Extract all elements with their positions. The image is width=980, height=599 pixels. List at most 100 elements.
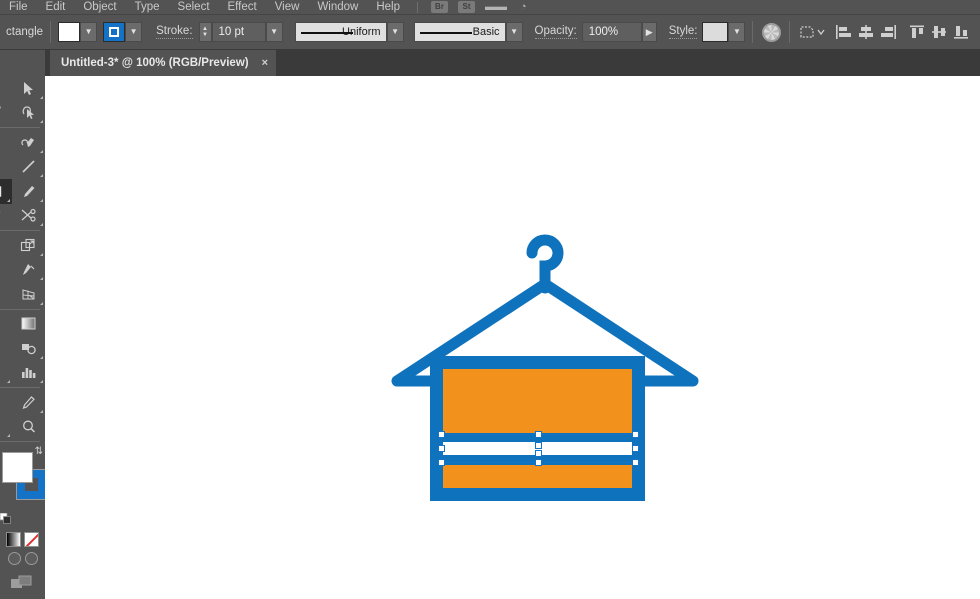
align-left-icon[interactable] [833, 21, 855, 43]
selection-type-label: ctangle [6, 26, 43, 38]
menu-object[interactable]: Object [74, 0, 125, 14]
stroke-weight-label[interactable]: Stroke: [156, 25, 192, 39]
gradient-icon[interactable] [6, 532, 21, 547]
tool-shaper[interactable] [0, 204, 12, 229]
tool-width[interactable] [0, 258, 12, 283]
selection-handle-middle-left[interactable] [438, 445, 445, 452]
stock-icon[interactable]: St [458, 1, 475, 13]
tools-divider-5 [0, 441, 40, 442]
tools-divider-4 [0, 387, 40, 388]
selection-handle-top-center[interactable] [535, 431, 542, 438]
transform-icon[interactable] [797, 21, 827, 43]
tool-hand[interactable] [0, 415, 12, 440]
tool-direct-selection[interactable] [12, 101, 46, 126]
stroke-profile-field[interactable]: Uniform [295, 22, 387, 42]
stroke-profile-chevron-icon[interactable]: ▼ [387, 22, 404, 42]
tool-fill-color[interactable] [2, 452, 33, 483]
brush-definition-field[interactable]: Basic [414, 22, 506, 42]
tool-gradient[interactable] [12, 312, 46, 337]
opacity-label[interactable]: Opacity: [535, 25, 577, 39]
align-vertical-center-icon[interactable] [929, 21, 951, 43]
tool-eyedropper-partial[interactable] [0, 312, 12, 337]
menu-effect[interactable]: Effect [219, 0, 266, 14]
tool-column-graph[interactable] [12, 361, 46, 386]
graphic-style-chevron-icon[interactable]: ▼ [728, 22, 745, 42]
change-screen-mode-icon[interactable] [10, 574, 36, 590]
tool-artboard[interactable] [0, 390, 12, 415]
menu-help[interactable]: Help [367, 0, 409, 14]
selection-handle-top-right[interactable] [632, 431, 639, 438]
selection-handle-top-left[interactable] [438, 431, 445, 438]
style-label[interactable]: Style: [669, 25, 698, 39]
tool-line-segment[interactable] [12, 155, 46, 180]
menu-view[interactable]: View [266, 0, 309, 14]
tool-pen[interactable] [12, 130, 46, 155]
tool-selection[interactable] [12, 76, 46, 101]
tool-shape-builder[interactable] [12, 258, 46, 283]
brush-definition-label: Basic [473, 26, 500, 38]
swap-fill-stroke-icon[interactable]: ⇅ [35, 446, 43, 457]
brush-definition-chevron-icon[interactable]: ▼ [506, 22, 523, 42]
none-icon[interactable] [24, 532, 39, 547]
menu-bar: File Edit Object Type Select Effect View… [0, 0, 980, 14]
align-top-icon[interactable] [907, 21, 929, 43]
menu-window[interactable]: Window [308, 0, 367, 14]
draw-normal-icon[interactable] [8, 552, 21, 565]
menu-file[interactable]: File [0, 0, 37, 14]
opacity-input[interactable]: 100% [582, 22, 642, 42]
tool-eyedropper[interactable] [12, 390, 46, 415]
align-horizontal-center-icon[interactable] [855, 21, 877, 43]
menu-edit[interactable]: Edit [37, 0, 75, 14]
tool-type[interactable]: T [0, 155, 12, 180]
menu-select[interactable]: Select [169, 0, 219, 14]
artboard-canvas[interactable] [45, 76, 980, 599]
selection-handle-bottom-center[interactable] [535, 459, 542, 466]
selection-handle-bottom-right[interactable] [632, 459, 639, 466]
stroke-weight-stepper[interactable]: ▲▼ [199, 22, 212, 42]
stroke-weight-chevron-icon[interactable]: ▼ [266, 22, 283, 42]
fill-swatch[interactable] [58, 22, 80, 42]
towel-hanger-svg [375, 226, 715, 511]
document-tab-untitled-3[interactable]: Untitled-3* @ 100% (RGB/Preview) × [50, 50, 276, 76]
selection-handle-middle-right[interactable] [632, 445, 639, 452]
graphic-style-swatch[interactable] [702, 22, 728, 42]
selection-handle-center-anchor[interactable] [535, 442, 542, 449]
screen-mode-row [0, 565, 45, 590]
tool-zoom[interactable] [12, 415, 46, 440]
align-right-icon[interactable] [877, 21, 899, 43]
tool-selection-partial[interactable] [0, 76, 12, 101]
selection-handle-center-anchor-2[interactable] [535, 450, 542, 457]
close-icon[interactable]: × [262, 57, 268, 69]
towel-upper-panel [443, 369, 632, 433]
tool-paintbrush[interactable] [12, 179, 46, 204]
tools-divider-3 [0, 309, 40, 310]
align-bottom-icon[interactable] [951, 21, 973, 43]
stroke-dropdown-chevron-icon[interactable]: ▼ [125, 22, 142, 42]
towel-hanger-artwork[interactable] [375, 226, 715, 511]
tool-blend[interactable] [12, 336, 46, 361]
menu-type[interactable]: Type [126, 0, 169, 14]
tool-mesh[interactable] [12, 282, 46, 307]
tool-curvature[interactable] [0, 130, 12, 155]
draw-behind-icon[interactable] [25, 552, 38, 565]
default-fill-stroke-icon[interactable] [0, 513, 11, 524]
arrange-documents-icon[interactable]: ▬▬ [485, 1, 505, 13]
tool-perspective-grid[interactable] [0, 282, 12, 307]
stroke-weight-input[interactable]: 10 pt [212, 22, 266, 42]
control-bar: ctangle ▼ ▼ Stroke: ▲▼ 10 pt ▼ Uniform ▼… [0, 14, 980, 50]
selection-handle-bottom-left[interactable] [438, 459, 445, 466]
tool-scissors[interactable] [12, 204, 46, 229]
ctrl-divider-1 [50, 21, 51, 43]
tool-rectangle[interactable] [0, 179, 12, 204]
tool-symbol-sprayer[interactable] [0, 361, 12, 386]
stroke-swatch[interactable] [103, 22, 125, 42]
tool-magic-wand[interactable] [0, 101, 12, 126]
tool-rotate[interactable] [0, 233, 12, 258]
sync-settings-icon[interactable]: ◔ [520, 1, 527, 13]
tool-blend-partial[interactable] [0, 336, 12, 361]
opacity-flyout-icon[interactable]: ▶ [642, 22, 657, 42]
fill-dropdown-chevron-icon[interactable]: ▼ [80, 22, 97, 42]
tool-free-transform[interactable] [12, 233, 46, 258]
bridge-icon[interactable]: Br [431, 1, 448, 13]
recolor-artwork-icon[interactable] [760, 21, 782, 43]
